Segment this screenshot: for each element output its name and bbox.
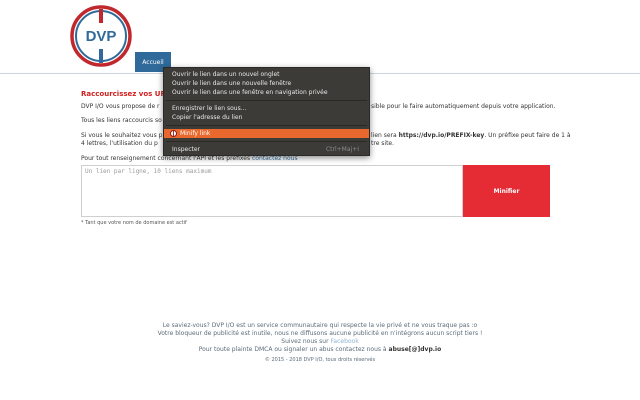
dvp-logo[interactable]: DVP xyxy=(70,5,132,67)
context-menu: Ouvrir le lien dans un nouvel onglet Ouv… xyxy=(163,67,370,156)
prefix-text: lien sera xyxy=(371,132,399,139)
prefix-paragraph-d: 4 lettres, l'utilisation du p xyxy=(81,140,158,147)
footer-follow-text: Suivez nous sur xyxy=(281,338,331,345)
menu-item-copy-link-address[interactable]: Copier l'adresse du lien xyxy=(164,113,369,122)
links-textarea[interactable]: Un lien par ligne, 10 liens maximum xyxy=(81,165,463,217)
prefix-paragraph-b: lien sera https://dvp.io/PREFIX-key. Un … xyxy=(371,132,571,140)
minify-button[interactable]: Minifier xyxy=(463,165,550,217)
footer-line-1: Le saviez-vous? DVP I/O est un service c… xyxy=(162,322,478,329)
api-contact-text: Pour tout renseignement concernant l'API… xyxy=(81,155,252,162)
intro-paragraph-end: sible pour le faire automatiquement depu… xyxy=(371,103,556,110)
menu-item-save-link-as[interactable]: Enregistrer le lien sous... xyxy=(164,104,369,113)
domain-note: * Tant que votre nom de domaine est acti… xyxy=(81,220,187,226)
facebook-link[interactable]: Facebook xyxy=(331,338,359,345)
menu-separator xyxy=(166,125,367,126)
intro-paragraph-start: DVP I/O vous propose de r xyxy=(81,103,160,110)
footer-line-4: Pour toute plainte DMCA ou signaler un a… xyxy=(0,346,640,353)
api-contact-paragraph: Pour tout renseignement concernant l'API… xyxy=(81,155,298,163)
menu-item-open-new-window[interactable]: Ouvrir le lien dans une nouvelle fenêtre xyxy=(164,79,369,88)
menu-separator xyxy=(166,141,367,142)
menu-separator xyxy=(166,100,367,101)
links-info-paragraph: Tous les liens raccourcis so xyxy=(81,117,162,124)
abuse-email: abuse[@]dvp.io xyxy=(388,346,442,353)
svg-text:DVP: DVP xyxy=(86,28,117,45)
footer-dmca-text: Pour toute plainte DMCA ou signaler un a… xyxy=(198,346,389,353)
inspect-shortcut: Ctrl+Maj+I xyxy=(325,146,359,153)
copyright: © 2015 - 2018 DVP I/O, tous droits réser… xyxy=(264,357,376,363)
prefix-url: https://dvp.io/PREFIX-key xyxy=(398,132,485,139)
menu-item-inspect[interactable]: Inspecter Ctrl+Maj+I xyxy=(164,145,369,154)
prefix-paragraph-a: Si vous le souhaitez vous p xyxy=(81,132,163,139)
page-title: Raccourcissez vos URL xyxy=(81,90,171,98)
menu-item-minify-link[interactable]: Minify link xyxy=(164,129,369,138)
menu-item-open-private-window[interactable]: Ouvrir le lien dans une fenêtre en navig… xyxy=(164,88,369,97)
footer-line-2: Votre bloqueur de publicité est inutile,… xyxy=(157,330,483,337)
footer-line-3: Suivez nous sur Facebook xyxy=(0,338,640,345)
menu-item-open-new-tab[interactable]: Ouvrir le lien dans un nouvel onglet xyxy=(164,70,369,79)
minify-extension-icon xyxy=(170,130,177,137)
prefix-paragraph-e: tre site. xyxy=(371,140,395,147)
contact-link[interactable]: contactez nous xyxy=(252,155,298,162)
prefix-text-2: . Un préfixe peut faire de 1 à xyxy=(484,132,571,139)
